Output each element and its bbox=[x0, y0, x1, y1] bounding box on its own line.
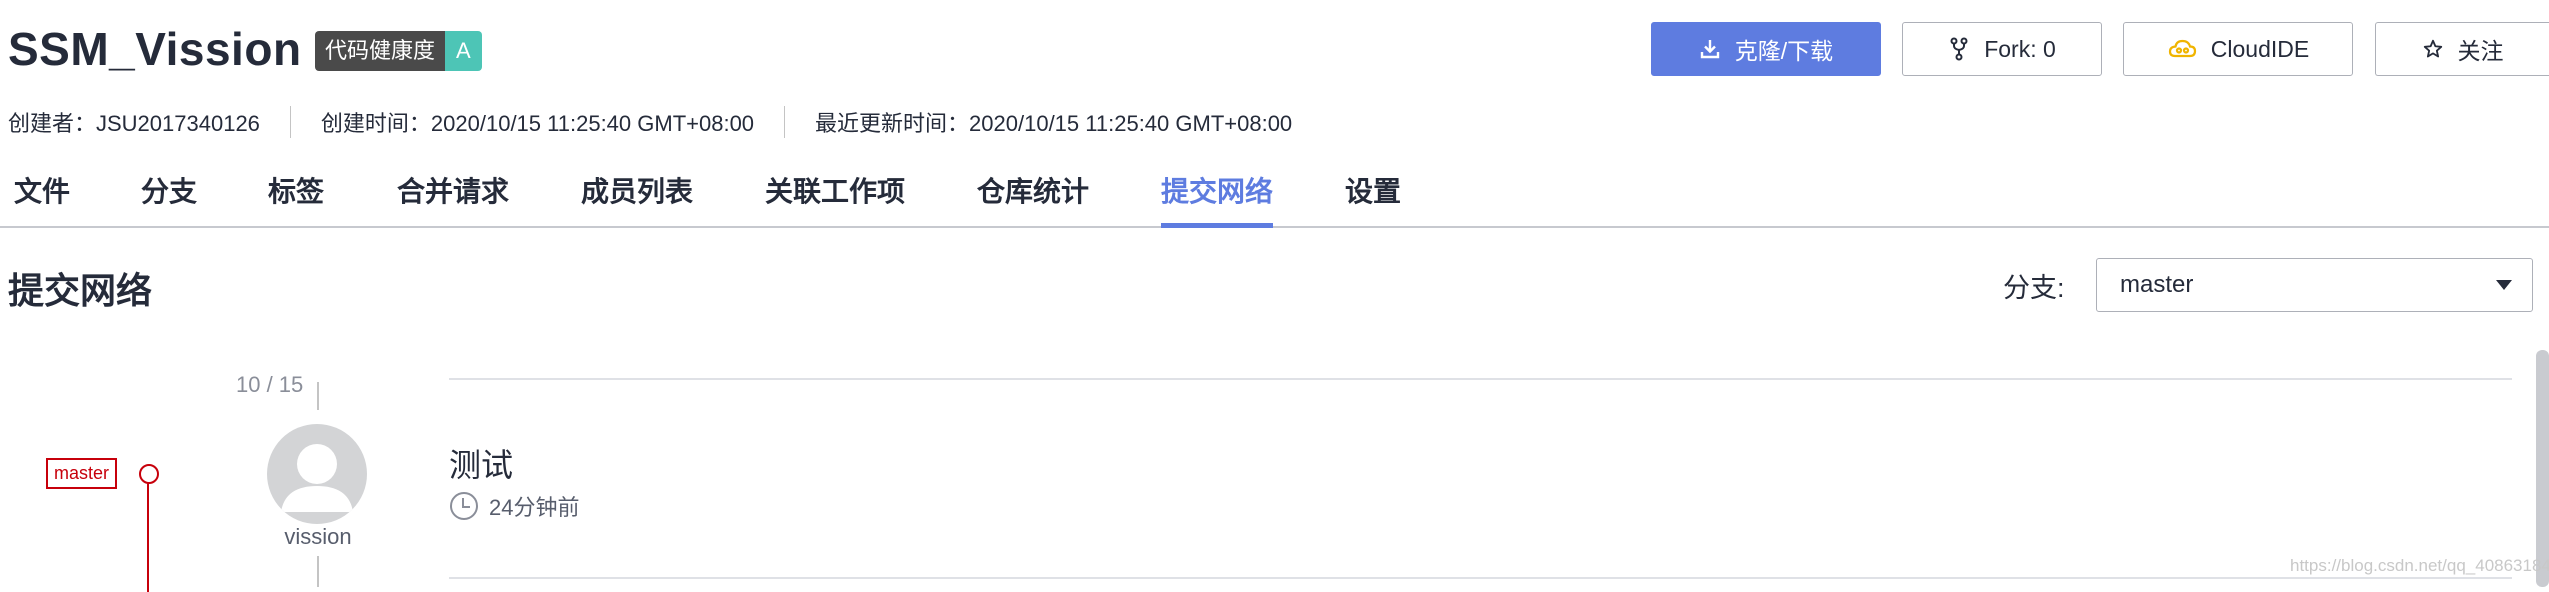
clone-download-button[interactable]: 克隆/下载 bbox=[1651, 22, 1881, 76]
health-label: 代码健康度 bbox=[315, 31, 446, 71]
fork-icon bbox=[1948, 37, 1970, 61]
repo-tabs: 文件 分支 标签 合并请求 成员列表 关联工作项 仓库统计 提交网络 设置 bbox=[0, 170, 2549, 228]
timeline-line bbox=[317, 382, 319, 410]
repo-title: SSM_Vission bbox=[8, 23, 302, 75]
branch-tag: master bbox=[46, 458, 118, 489]
tab-tags[interactable]: 标签 bbox=[268, 170, 324, 226]
commit-node[interactable] bbox=[139, 464, 159, 484]
divider bbox=[449, 577, 2512, 579]
download-icon bbox=[1699, 38, 1721, 60]
scrollbar[interactable] bbox=[2536, 350, 2549, 587]
page-title: 提交网络 bbox=[8, 270, 153, 311]
meta-divider bbox=[784, 106, 786, 138]
tab-settings[interactable]: 设置 bbox=[1345, 170, 1401, 226]
tab-linked-work-items[interactable]: 关联工作项 bbox=[765, 170, 905, 226]
code-health-badge[interactable]: 代码健康度 A bbox=[315, 31, 482, 71]
clone-label: 克隆/下载 bbox=[1734, 38, 1834, 64]
creator-text: 创建者：JSU2017340126 bbox=[8, 111, 260, 136]
commit-time: 24分钟前 bbox=[449, 490, 579, 522]
follow-button[interactable]: 关注 bbox=[2375, 22, 2549, 76]
star-icon bbox=[2422, 38, 2444, 60]
tab-repo-stats[interactable]: 仓库统计 bbox=[977, 170, 1089, 226]
fork-label: Fork: 0 bbox=[1984, 35, 2056, 62]
clock-icon bbox=[449, 491, 479, 521]
commit-time-text: 24分钟前 bbox=[489, 495, 580, 520]
branch-select-label: 分支: bbox=[2003, 273, 2065, 303]
chevron-down-icon bbox=[2496, 280, 2512, 290]
tab-commit-network[interactable]: 提交网络 bbox=[1161, 170, 1274, 228]
branch-line bbox=[147, 482, 149, 592]
branch-select[interactable]: master bbox=[2096, 258, 2533, 312]
tab-members[interactable]: 成员列表 bbox=[581, 170, 693, 226]
timeline-line bbox=[317, 556, 319, 587]
tab-files[interactable]: 文件 bbox=[14, 170, 70, 226]
branch-select-value: master bbox=[2120, 271, 2194, 298]
cloud-icon bbox=[2167, 38, 2197, 60]
created-time-text: 创建时间：2020/10/15 11:25:40 GMT+08:00 bbox=[320, 111, 755, 136]
watermark: https://blog.csdn.net/qq_40863184 bbox=[2290, 556, 2549, 575]
divider bbox=[449, 378, 2512, 380]
commit-message[interactable]: 测试 bbox=[449, 440, 513, 486]
commit-author: vission bbox=[284, 524, 352, 549]
tab-merge-requests[interactable]: 合并请求 bbox=[397, 170, 509, 226]
avatar[interactable] bbox=[267, 424, 367, 524]
commit-date-label: 10 / 15 bbox=[236, 372, 304, 397]
tab-branches[interactable]: 分支 bbox=[141, 170, 197, 226]
cloudide-button[interactable]: CloudIDE bbox=[2123, 22, 2353, 76]
health-grade: A bbox=[445, 31, 482, 71]
repo-meta: 创建者：JSU2017340126 创建时间：2020/10/15 11:25:… bbox=[8, 106, 1292, 138]
follow-label: 关注 bbox=[2457, 38, 2504, 64]
updated-time-text: 最近更新时间：2020/10/15 11:25:40 GMT+08:00 bbox=[815, 111, 1293, 136]
fork-button[interactable]: Fork: 0 bbox=[1902, 22, 2102, 76]
cloudide-label: CloudIDE bbox=[2210, 35, 2310, 62]
meta-divider bbox=[289, 106, 291, 138]
